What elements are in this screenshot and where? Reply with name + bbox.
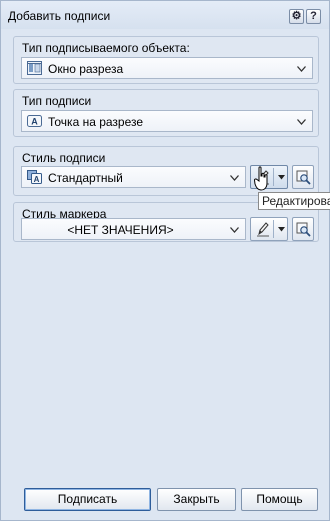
label-style-group: Стиль подписи A Стандартный	[13, 146, 319, 196]
split-divider	[273, 168, 274, 186]
label-type-label: Тип подписи	[22, 94, 92, 108]
object-type-label: Тип подписываемого объекта:	[22, 41, 190, 55]
label-type-group: Тип подписи A Точка на разрезе	[13, 89, 319, 137]
label-type-dropdown[interactable]: A Точка на разрезе	[21, 110, 313, 132]
select-from-drawing-icon	[296, 222, 311, 237]
caret-down-icon[interactable]	[278, 175, 285, 180]
help-icon[interactable]: ?	[306, 9, 321, 24]
pencil-edit-icon	[257, 222, 269, 237]
marker-style-value: <НЕТ ЗНАЧЕНИЯ>	[67, 223, 174, 237]
select-from-drawing-icon	[296, 170, 311, 185]
label-type-value: Точка на разрезе	[48, 115, 144, 129]
point-label-icon: A	[27, 115, 42, 127]
edit-tooltip: Редактирова	[258, 192, 330, 210]
svg-text:A: A	[34, 175, 40, 184]
close-button[interactable]: Закрыть	[157, 488, 236, 511]
chevron-down-icon	[297, 119, 306, 125]
hand-cursor-icon	[254, 166, 268, 191]
window-title: Добавить подписи	[8, 9, 111, 23]
label-style-label: Стиль подписи	[22, 151, 106, 165]
chevron-down-icon	[230, 175, 239, 181]
svg-text:A: A	[31, 117, 38, 127]
title-bar: Добавить подписи ⚙ ?	[1, 1, 329, 29]
settings-icon[interactable]: ⚙	[289, 9, 304, 24]
help-button[interactable]: Помощь	[241, 488, 318, 511]
label-style-icon: A	[27, 170, 42, 184]
chevron-down-icon	[230, 227, 239, 233]
pick-label-style-button[interactable]	[292, 165, 314, 189]
chevron-down-icon	[297, 66, 306, 72]
sign-button[interactable]: Подписать	[24, 488, 151, 511]
label-style-dropdown[interactable]: A Стандартный	[21, 166, 246, 188]
add-labels-window: Добавить подписи ⚙ ? Тип подписываемого …	[0, 0, 330, 521]
object-type-group: Тип подписываемого объекта: Окно разреза	[13, 36, 319, 84]
marker-style-dropdown[interactable]: <НЕТ ЗНАЧЕНИЯ>	[21, 218, 246, 240]
split-divider	[273, 220, 274, 238]
object-type-value: Окно разреза	[48, 62, 124, 76]
pick-marker-style-button[interactable]	[292, 217, 314, 241]
caret-down-icon[interactable]	[278, 227, 285, 232]
label-style-value: Стандартный	[48, 171, 123, 185]
object-type-dropdown[interactable]: Окно разреза	[21, 57, 313, 79]
edit-marker-style-button[interactable]	[250, 217, 288, 241]
section-window-icon	[27, 61, 42, 75]
